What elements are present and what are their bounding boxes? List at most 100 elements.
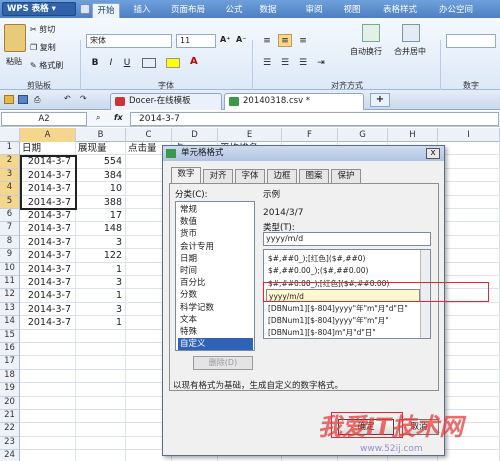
cell[interactable]: [20, 450, 76, 461]
row-header[interactable]: 17: [0, 356, 20, 370]
fx-icon[interactable]: fx: [114, 113, 123, 122]
category-item[interactable]: 货币: [178, 228, 253, 240]
category-item[interactable]: 常规: [178, 204, 253, 216]
cell[interactable]: [76, 356, 126, 370]
cell[interactable]: [438, 155, 500, 169]
cell[interactable]: [20, 396, 76, 410]
column-header-i[interactable]: I: [438, 128, 500, 142]
format-code-item[interactable]: [DBNum1][$-804]yyyy"年"m"月": [266, 314, 420, 327]
tab-csv-file[interactable]: 20140318.csv *: [224, 93, 364, 110]
cell[interactable]: 10: [76, 182, 126, 196]
row-header[interactable]: 13: [0, 302, 20, 317]
category-item[interactable]: 文本: [178, 314, 253, 326]
tab-data[interactable]: 数据: [254, 3, 282, 18]
cell[interactable]: 2014-3-7: [20, 195, 76, 209]
cell[interactable]: 148: [76, 222, 126, 236]
tab-insert[interactable]: 插入: [128, 3, 156, 18]
cell[interactable]: 388: [76, 195, 126, 209]
cell[interactable]: 3: [76, 235, 126, 250]
tab-number[interactable]: 数字: [171, 167, 201, 184]
paste-icon[interactable]: [4, 24, 26, 52]
row-header[interactable]: 4: [0, 182, 20, 196]
cell[interactable]: [20, 329, 76, 343]
undo-icon[interactable]: ↶: [64, 94, 71, 103]
merge-center-button[interactable]: 合并居中: [394, 46, 426, 57]
cell[interactable]: 2014-3-7: [20, 235, 76, 250]
grow-font-button[interactable]: A⁺: [220, 35, 230, 44]
font-color-icon[interactable]: A: [190, 56, 198, 67]
save-icon[interactable]: [18, 95, 28, 104]
row-header[interactable]: 7: [0, 222, 20, 236]
cell[interactable]: [20, 369, 76, 384]
cell[interactable]: 1: [76, 289, 126, 303]
cell[interactable]: 2014-3-7: [20, 276, 76, 290]
column-header-b[interactable]: B: [76, 128, 126, 142]
align-right-icon[interactable]: ☰: [296, 56, 310, 69]
align-middle-icon[interactable]: ≡: [278, 34, 292, 47]
cell[interactable]: 2014-3-7: [20, 262, 76, 276]
cell[interactable]: [438, 383, 500, 397]
cell[interactable]: [76, 436, 126, 451]
tab-view[interactable]: 视图: [338, 3, 366, 18]
cell[interactable]: [438, 356, 500, 370]
cell[interactable]: 3: [76, 302, 126, 317]
cell[interactable]: 17: [76, 209, 126, 223]
redo-icon[interactable]: ↷: [80, 94, 87, 103]
cell[interactable]: 日期: [20, 142, 76, 156]
tab-office-space[interactable]: 办公空间: [432, 3, 480, 18]
tab-docer-templates[interactable]: Docer-在线模板: [110, 93, 222, 110]
category-item[interactable]: 分数: [178, 289, 253, 301]
format-painter-button[interactable]: ✎ 格式刷: [30, 60, 63, 71]
cell[interactable]: 2014-3-7: [20, 249, 76, 263]
cell[interactable]: 1: [76, 316, 126, 330]
shrink-font-button[interactable]: A⁻: [236, 35, 246, 44]
zoom-icon[interactable]: ⌕: [96, 113, 100, 123]
category-item[interactable]: 数值: [178, 216, 253, 228]
cell[interactable]: [438, 235, 500, 250]
cell[interactable]: [20, 423, 76, 437]
format-code-item[interactable]: $#,##0.00_);($#,##0.00): [266, 264, 420, 277]
row-header[interactable]: 15: [0, 329, 20, 343]
row-header[interactable]: 9: [0, 249, 20, 263]
type-input[interactable]: yyyy/m/d: [263, 232, 431, 246]
cell[interactable]: 2014-3-7: [20, 302, 76, 317]
column-header-g[interactable]: G: [338, 128, 388, 142]
format-code-item[interactable]: [DBNum1][$-804]yyyy"年"m"月"d"日": [266, 302, 420, 315]
category-item[interactable]: 自定义: [178, 338, 253, 351]
wrap-icon[interactable]: [362, 24, 380, 42]
cell[interactable]: 384: [76, 168, 126, 183]
underline-button[interactable]: U: [120, 56, 134, 69]
tab-font[interactable]: 字体: [235, 169, 265, 183]
row-header[interactable]: 24: [0, 450, 20, 461]
align-center-icon[interactable]: ☰: [278, 56, 292, 69]
cell[interactable]: 2014-3-7: [20, 289, 76, 303]
new-tab-button[interactable]: +: [370, 93, 390, 107]
cell[interactable]: [438, 168, 500, 183]
row-header[interactable]: 21: [0, 410, 20, 424]
merge-icon[interactable]: [402, 24, 420, 42]
category-list[interactable]: 常规 数值 货币 会计专用 日期 时间 百分比 分数 科学记数 文本 特殊 自定义: [175, 201, 255, 351]
cell[interactable]: 2014-3-7: [20, 222, 76, 236]
category-item[interactable]: 科学记数: [178, 302, 253, 314]
cell[interactable]: 554: [76, 155, 126, 169]
row-header[interactable]: 3: [0, 168, 20, 183]
save-quick-icon[interactable]: [80, 4, 90, 14]
row-header[interactable]: 12: [0, 289, 20, 303]
bold-button[interactable]: B: [88, 56, 102, 69]
row-header[interactable]: 5: [0, 195, 20, 209]
name-box[interactable]: A2: [1, 112, 87, 126]
cell[interactable]: [20, 436, 76, 451]
cell[interactable]: [438, 182, 500, 196]
cell[interactable]: [438, 195, 500, 209]
category-item[interactable]: 百分比: [178, 277, 253, 289]
cell[interactable]: 2014-3-7: [20, 209, 76, 223]
cell[interactable]: 2014-3-7: [20, 155, 76, 169]
cell[interactable]: 2014-3-7: [20, 182, 76, 196]
cell[interactable]: [438, 302, 500, 317]
cell[interactable]: [76, 369, 126, 384]
wrap-text-button[interactable]: 自动换行: [350, 46, 382, 57]
cell[interactable]: [438, 316, 500, 330]
cell[interactable]: [438, 222, 500, 236]
row-header[interactable]: 22: [0, 423, 20, 437]
tab-protection[interactable]: 保护: [331, 169, 361, 183]
